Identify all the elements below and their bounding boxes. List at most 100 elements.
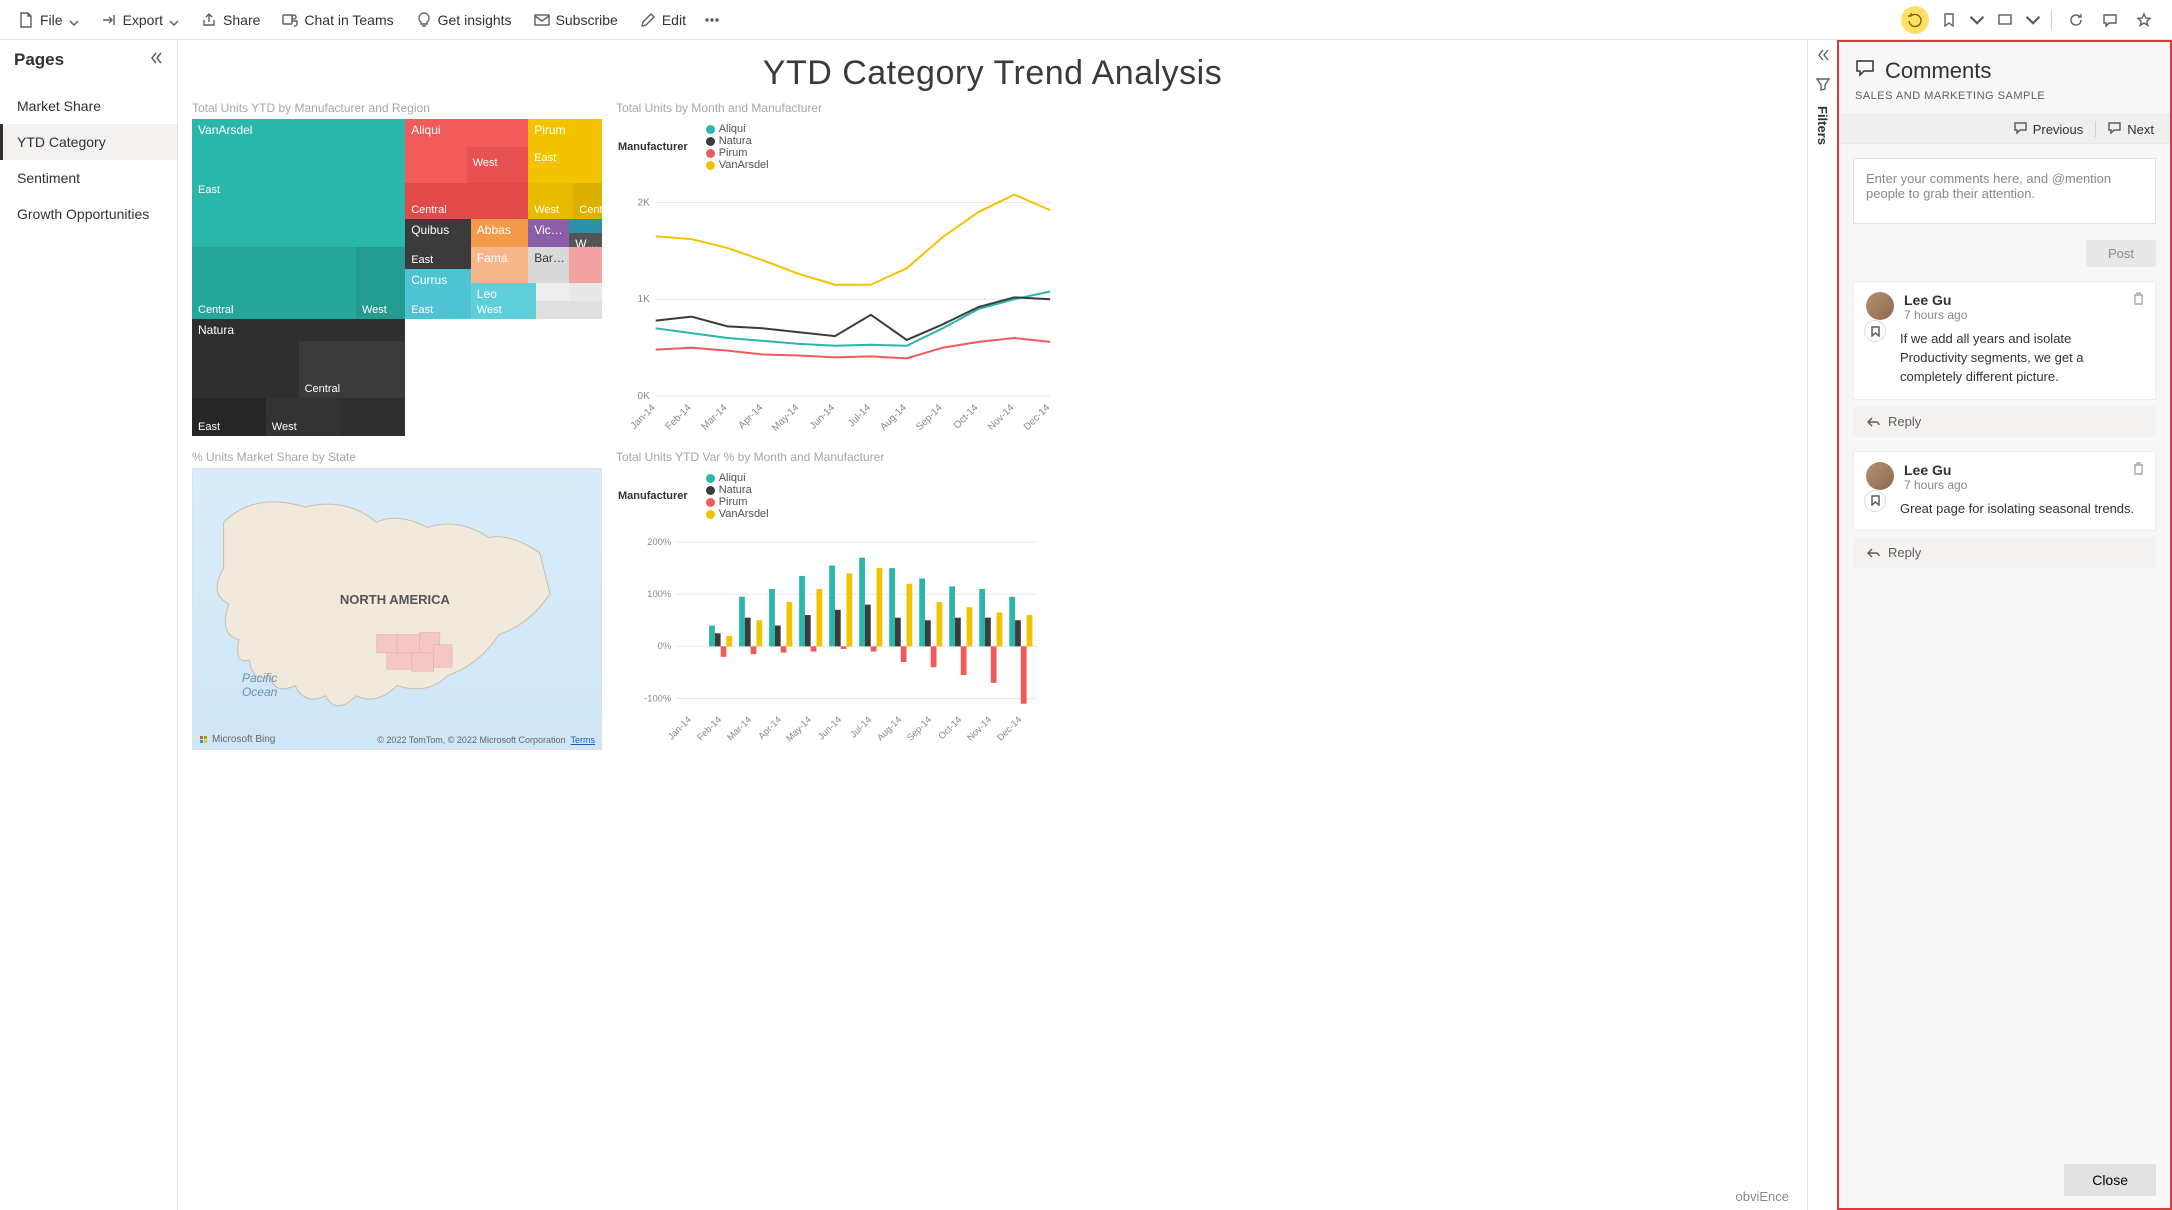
bookmark-button[interactable]	[1935, 6, 1963, 34]
filter-icon	[1816, 77, 1830, 96]
comment-button[interactable]	[2096, 6, 2124, 34]
line-chart-visual[interactable]: Total Units by Month and Manufacturer Ma…	[616, 101, 1066, 436]
previous-comment-button[interactable]: Previous	[2014, 121, 2084, 137]
view-button[interactable]	[1991, 6, 2019, 34]
page-item-sentiment[interactable]: Sentiment	[0, 160, 177, 196]
svg-text:200%: 200%	[647, 537, 671, 547]
post-button[interactable]: Post	[2086, 240, 2156, 267]
treemap-cell[interactable]: West	[266, 398, 340, 436]
separator	[2051, 10, 2052, 30]
reply-button[interactable]: Reply	[1853, 537, 2156, 568]
favorite-button[interactable]	[2130, 6, 2158, 34]
report-title: YTD Category Trend Analysis	[178, 40, 1807, 101]
svg-text:0K: 0K	[638, 391, 651, 402]
treemap-cell[interactable]: CurrusEast	[405, 269, 471, 319]
close-comments-button[interactable]: Close	[2064, 1164, 2156, 1196]
treemap-cell[interactable]: LeoWest	[471, 283, 537, 319]
svg-text:1K: 1K	[638, 294, 651, 305]
legend-item[interactable]: Aliqui	[706, 472, 769, 484]
legend-item[interactable]: Pirum	[706, 496, 769, 508]
map-terms-link[interactable]: Terms	[571, 735, 596, 745]
treemap-cell[interactable]: QuibusEast	[405, 219, 471, 269]
treemap-cell[interactable]	[536, 301, 602, 319]
svg-text:Dec-14: Dec-14	[995, 714, 1023, 742]
bookmark-chevron[interactable]	[1969, 6, 1985, 34]
svg-text:Nov-14: Nov-14	[965, 714, 993, 742]
svg-text:May-14: May-14	[770, 402, 802, 434]
insights-button[interactable]: Get insights	[406, 8, 522, 32]
treemap-cell[interactable]: Abbas	[471, 219, 528, 247]
treemap-cell[interactable]: West	[356, 247, 405, 319]
file-menu[interactable]: File	[8, 8, 89, 32]
treemap-cell[interactable]: VanArsdelEast	[192, 119, 405, 247]
svg-text:Jul-14: Jul-14	[846, 402, 873, 429]
page-item-market-share[interactable]: Market Share	[0, 88, 177, 124]
page-item-ytd-category[interactable]: YTD Category	[0, 124, 177, 160]
reply-button[interactable]: Reply	[1853, 406, 2156, 437]
map-continent-label: NORTH AMERICA	[340, 592, 450, 607]
comment-bookmark-icon[interactable]	[1864, 320, 1886, 342]
view-chevron[interactable]	[2025, 6, 2041, 34]
expand-filters-icon[interactable]	[1816, 48, 1830, 67]
next-comment-button[interactable]: Next	[2108, 121, 2154, 137]
comment-bookmark-icon[interactable]	[1864, 490, 1886, 512]
delete-comment-button[interactable]	[2132, 292, 2145, 310]
insights-label: Get insights	[438, 12, 512, 28]
collapse-pages-icon[interactable]	[149, 50, 163, 70]
treemap-cell[interactable]: West	[528, 183, 573, 219]
treemap-cell[interactable]: West	[467, 147, 529, 183]
treemap-cell[interactable]	[569, 283, 602, 301]
comment-input[interactable]: Enter your comments here, and @mention p…	[1853, 158, 2156, 224]
comment-time: 7 hours ago	[1904, 308, 1967, 322]
legend-item[interactable]: Pirum	[706, 147, 769, 159]
svg-text:Aug-14: Aug-14	[878, 402, 909, 433]
legend-item[interactable]: VanArsdel	[706, 508, 769, 520]
treemap-cell[interactable]: Central	[299, 341, 406, 398]
reset-button[interactable]	[1901, 6, 1929, 34]
legend-item[interactable]: Natura	[706, 135, 769, 147]
legend-item[interactable]: VanArsdel	[706, 159, 769, 171]
treemap-cell[interactable]: Cent…	[573, 183, 602, 219]
treemap-cell[interactable]	[569, 247, 602, 283]
legend-item[interactable]: Natura	[706, 484, 769, 496]
avatar	[1866, 292, 1894, 320]
map-canvas[interactable]: NORTH AMERICA Pacific Ocean Microsoft Bi…	[192, 468, 602, 750]
map-title: % Units Market Share by State	[192, 450, 602, 464]
subscribe-button[interactable]: Subscribe	[524, 8, 628, 32]
treemap-cell[interactable]	[536, 283, 569, 301]
map-ocean-label: Pacific Ocean	[242, 671, 277, 699]
teams-icon	[282, 12, 298, 28]
avatar	[1866, 462, 1894, 490]
svg-text:Mar-14: Mar-14	[699, 402, 729, 432]
edit-button[interactable]: Edit	[630, 8, 696, 32]
treemap-cell[interactable]: Fama	[471, 247, 528, 283]
file-icon	[18, 12, 34, 28]
legend-item[interactable]: Aliqui	[706, 123, 769, 135]
page-item-growth-opportunities[interactable]: Growth Opportunities	[0, 196, 177, 232]
brand-footer: obviEnce	[1736, 1189, 1789, 1204]
chevron-down-icon	[169, 15, 179, 25]
treemap-cell[interactable]: East	[192, 398, 266, 436]
share-button[interactable]: Share	[191, 8, 270, 32]
edit-label: Edit	[662, 12, 686, 28]
more-menu[interactable]	[698, 8, 726, 32]
comment-body: Great page for isolating seasonal trends…	[1854, 498, 2155, 531]
export-menu[interactable]: Export	[91, 8, 189, 32]
bar-chart-visual[interactable]: Total Units YTD Var % by Month and Manuf…	[616, 450, 1066, 750]
treemap-cell[interactable]: Bar…	[528, 247, 569, 283]
comments-panel: Comments SALES AND MARKETING SAMPLE Prev…	[1837, 40, 2172, 1210]
refresh-button[interactable]	[2062, 6, 2090, 34]
treemap-cell[interactable]: Central	[405, 183, 528, 219]
svg-text:Jan-14: Jan-14	[666, 714, 693, 741]
treemap-visual[interactable]: Total Units YTD by Manufacturer and Regi…	[192, 101, 602, 436]
filters-rail[interactable]: Filters	[1807, 40, 1837, 1210]
treemap-cell[interactable]: W…	[569, 233, 602, 247]
map-visual[interactable]: % Units Market Share by State NORTH AMER…	[192, 450, 602, 750]
svg-text:Mar-14: Mar-14	[725, 714, 753, 742]
treemap-cell[interactable]: Central	[192, 247, 356, 319]
svg-text:2K: 2K	[638, 197, 651, 208]
delete-comment-button[interactable]	[2132, 462, 2145, 480]
chat-teams-button[interactable]: Chat in Teams	[272, 8, 403, 32]
treemap-cell[interactable]: Vic…	[528, 219, 569, 247]
bar-chart-title: Total Units YTD Var % by Month and Manuf…	[616, 450, 1066, 464]
